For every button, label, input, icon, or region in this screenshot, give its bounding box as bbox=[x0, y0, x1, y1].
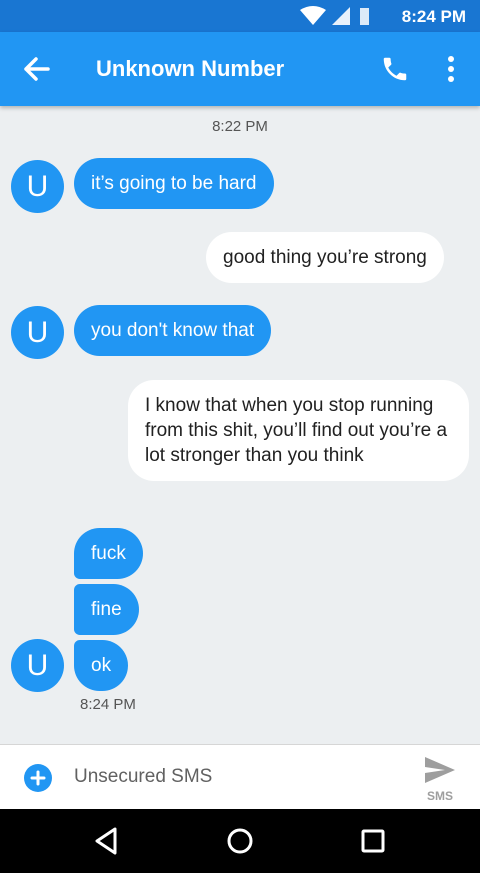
home-circle-icon bbox=[227, 828, 253, 854]
conversation-view[interactable]: 8:22 PM U it’s going to be hard good thi… bbox=[0, 106, 480, 744]
incoming-message[interactable]: fuck bbox=[74, 528, 143, 579]
message-timestamp: 8:24 PM bbox=[80, 696, 136, 713]
incoming-message[interactable]: it’s going to be hard bbox=[74, 158, 274, 209]
outgoing-message[interactable]: I know that when you stop running from t… bbox=[128, 380, 469, 481]
back-triangle-icon bbox=[95, 827, 117, 855]
contact-avatar[interactable]: U bbox=[11, 639, 64, 692]
incoming-message[interactable]: you don't know that bbox=[74, 305, 272, 356]
status-bar: 8:24 PM bbox=[0, 0, 480, 32]
contact-avatar[interactable]: U bbox=[11, 160, 64, 213]
send-button[interactable]: SMS bbox=[412, 753, 468, 805]
arrow-left-icon bbox=[24, 57, 50, 81]
signal-icon bbox=[332, 7, 350, 25]
navigation-bar bbox=[0, 809, 480, 873]
nav-home-button[interactable] bbox=[222, 823, 258, 859]
status-icons bbox=[300, 6, 369, 25]
add-attachment-button[interactable] bbox=[24, 764, 52, 792]
status-time: 8:24 PM bbox=[401, 7, 466, 26]
incoming-message[interactable]: ok bbox=[74, 640, 129, 691]
send-label: SMS bbox=[426, 789, 453, 803]
call-button[interactable] bbox=[380, 54, 410, 84]
back-button[interactable] bbox=[20, 53, 54, 85]
conversation-title: Unknown Number bbox=[96, 56, 285, 81]
nav-recents-button[interactable] bbox=[355, 823, 391, 859]
message-timestamp: 8:22 PM bbox=[212, 118, 268, 135]
outgoing-message[interactable]: good thing you’re strong bbox=[206, 232, 444, 283]
plus-circle-icon bbox=[30, 770, 46, 786]
phone-icon bbox=[383, 57, 407, 81]
nav-back-button[interactable] bbox=[88, 823, 124, 859]
recents-square-icon bbox=[361, 829, 385, 853]
message-input[interactable] bbox=[74, 759, 394, 795]
wifi-icon bbox=[300, 6, 326, 25]
contact-avatar[interactable]: U bbox=[11, 306, 64, 359]
send-icon bbox=[425, 757, 455, 783]
overflow-menu-button[interactable] bbox=[438, 54, 464, 84]
message-composer: SMS bbox=[0, 744, 480, 810]
more-vert-icon bbox=[448, 56, 454, 82]
battery-icon bbox=[360, 8, 369, 25]
app-bar: Unknown Number bbox=[0, 32, 480, 106]
incoming-message[interactable]: fine bbox=[74, 584, 139, 635]
